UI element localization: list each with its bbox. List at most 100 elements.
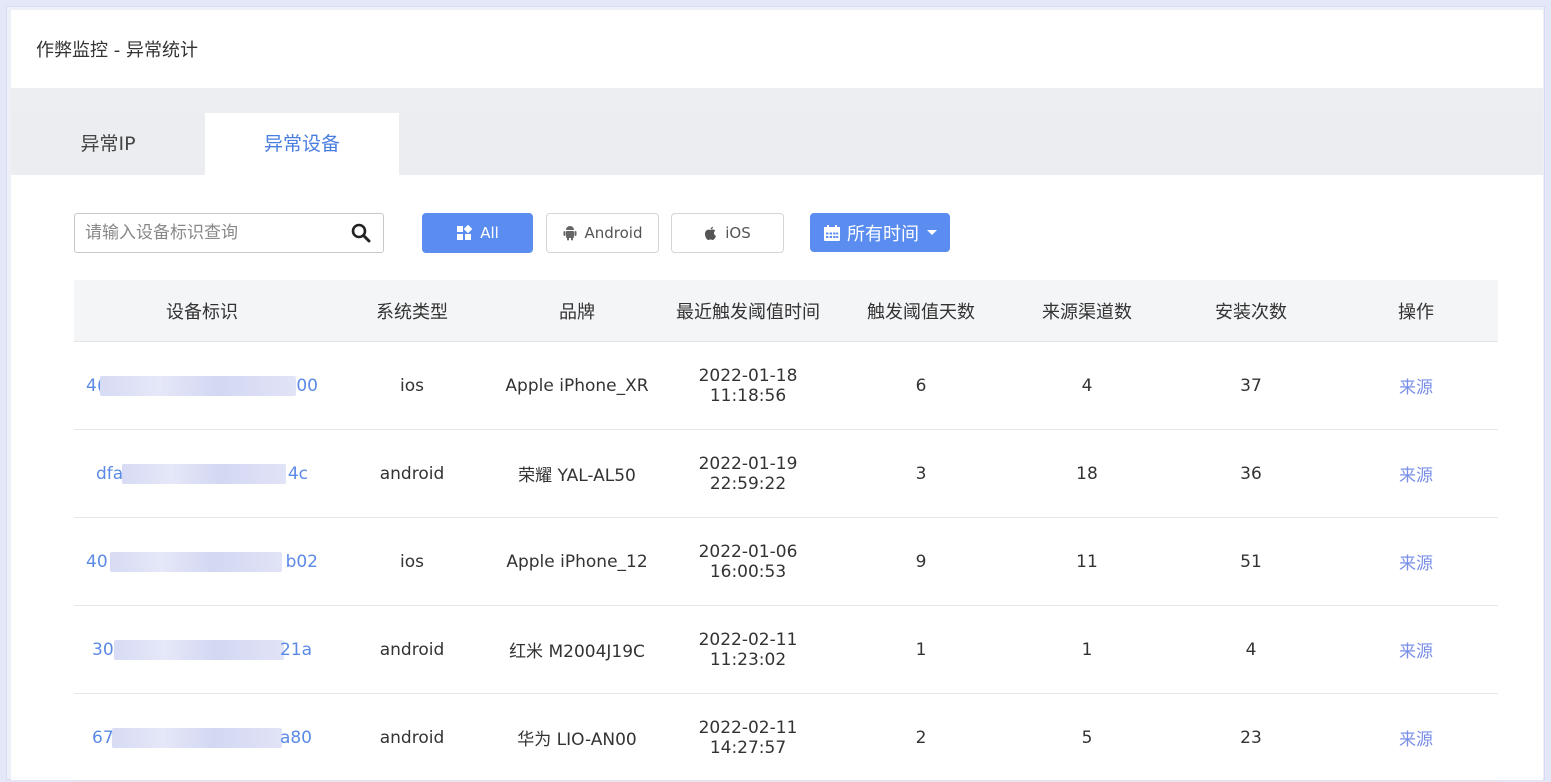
source-link[interactable]: 来源 <box>1399 554 1433 574</box>
device-id-end: 21a <box>279 639 312 660</box>
brand-cell: Apple iPhone_XR <box>494 341 660 430</box>
action-cell: 来源 <box>1334 693 1498 782</box>
channels-cell: 18 <box>1006 429 1168 518</box>
column-header: 系统类型 <box>330 280 494 342</box>
channels-cell: 11 <box>1006 517 1168 606</box>
os-cell: android <box>330 605 494 694</box>
android-icon <box>563 226 576 241</box>
search-input[interactable] <box>75 214 365 252</box>
device-id-end: b02 <box>285 551 318 572</box>
table-row: 40 b02 ios Apple iPhone_12 2022-01-06 16… <box>74 517 1498 606</box>
device-id-end: a80 <box>279 727 312 748</box>
days-cell: 1 <box>836 605 1006 694</box>
time-cell: 2022-01-18 11:18:56 <box>660 341 836 430</box>
action-cell: 来源 <box>1334 605 1498 694</box>
calendar-icon <box>824 224 840 241</box>
os-cell: ios <box>330 517 494 606</box>
installs-cell: 4 <box>1168 605 1334 694</box>
source-link[interactable]: 来源 <box>1399 378 1433 398</box>
search-box <box>74 213 384 253</box>
page-header: 作弊监控 - 异常统计 <box>11 10 1543 88</box>
header-gap <box>11 88 1543 113</box>
brand-cell: 华为 LIO-AN00 <box>494 693 660 782</box>
device-id-start: dfa <box>96 463 124 484</box>
filter-ios-button[interactable]: iOS <box>671 213 784 253</box>
brand-cell: 红米 M2004J19C <box>494 605 660 694</box>
days-cell: 6 <box>836 341 1006 430</box>
column-header: 设备标识 <box>74 280 330 342</box>
source-link[interactable]: 来源 <box>1399 466 1433 486</box>
brand-cell: 荣耀 YAL-AL50 <box>494 429 660 518</box>
column-header: 品牌 <box>494 280 660 342</box>
device-id-cell: 30 21a <box>74 605 330 694</box>
search-icon[interactable] <box>351 223 371 243</box>
time-cell: 2022-02-11 11:23:02 <box>660 605 836 694</box>
os-cell: android <box>330 693 494 782</box>
time-cell: 2022-01-19 22:59:22 <box>660 429 836 518</box>
filter-android-label: Android <box>584 224 643 242</box>
action-cell: 来源 <box>1334 517 1498 606</box>
device-id-start: 30 <box>92 639 114 660</box>
channels-cell: 4 <box>1006 341 1168 430</box>
action-cell: 来源 <box>1334 429 1498 518</box>
column-header: 操作 <box>1334 280 1498 342</box>
channels-cell: 1 <box>1006 605 1168 694</box>
filter-all-button[interactable]: All <box>422 213 533 253</box>
days-cell: 2 <box>836 693 1006 782</box>
device-id-link[interactable]: 67 a80 <box>92 727 312 748</box>
table-row: 67 a80 android 华为 LIO-AN00 2022-02-11 14… <box>74 693 1498 782</box>
device-id-cell: 67 a80 <box>74 693 330 782</box>
table-row: 4( 00 ios Apple iPhone_XR 2022-01-18 11:… <box>74 341 1498 430</box>
device-table: 设备标识 系统类型 品牌 最近触发阈值时间 触发阈值天数 来源渠道数 安装次数 … <box>74 280 1498 782</box>
column-header: 触发阈值天数 <box>836 280 1006 342</box>
installs-cell: 23 <box>1168 693 1334 782</box>
table-row: dfa 4c android 荣耀 YAL-AL50 2022-01-19 22… <box>74 429 1498 518</box>
redaction-blur <box>110 551 282 572</box>
grid-icon <box>457 225 473 240</box>
time-range-label: 所有时间 <box>847 223 919 245</box>
tab-abnormal-device[interactable]: 异常设备 <box>205 113 399 175</box>
redaction-blur <box>100 375 296 396</box>
redaction-blur <box>114 639 284 660</box>
os-cell: ios <box>330 341 494 430</box>
channels-cell: 5 <box>1006 693 1168 782</box>
source-link[interactable]: 来源 <box>1399 642 1433 662</box>
filter-android-button[interactable]: Android <box>546 213 659 253</box>
device-id-link[interactable]: 30 21a <box>92 639 312 660</box>
device-id-cell: 40 b02 <box>74 517 330 606</box>
device-id-link[interactable]: 4( 00 <box>86 375 318 396</box>
caret-down-icon <box>927 230 937 235</box>
table-row: 30 21a android 红米 M2004J19C 2022-02-11 1… <box>74 605 1498 694</box>
time-cell: 2022-01-06 16:00:53 <box>660 517 836 606</box>
device-id-start: 40 <box>86 551 108 572</box>
device-id-cell: dfa 4c <box>74 429 330 518</box>
installs-cell: 51 <box>1168 517 1334 606</box>
days-cell: 9 <box>836 517 1006 606</box>
tab-bar: 异常IP 异常设备 <box>11 113 1543 175</box>
device-id-start: 67 <box>92 727 114 748</box>
redaction-blur <box>112 727 282 748</box>
redaction-blur <box>122 463 286 484</box>
apple-icon <box>705 226 717 240</box>
device-id-end: 00 <box>296 375 318 396</box>
time-cell: 2022-02-11 14:27:57 <box>660 693 836 782</box>
column-header: 安装次数 <box>1168 280 1334 342</box>
device-id-link[interactable]: 40 b02 <box>86 551 318 572</box>
page-title: 作弊监控 - 异常统计 <box>36 40 198 61</box>
source-link[interactable]: 来源 <box>1399 730 1433 750</box>
installs-cell: 37 <box>1168 341 1334 430</box>
device-id-link[interactable]: dfa 4c <box>96 463 308 484</box>
brand-cell: Apple iPhone_12 <box>494 517 660 606</box>
main-content: All Android iOS <box>11 175 1543 782</box>
filter-ios-label: iOS <box>725 224 751 242</box>
os-cell: android <box>330 429 494 518</box>
device-id-cell: 4( 00 <box>74 341 330 430</box>
column-header: 来源渠道数 <box>1006 280 1168 342</box>
time-range-dropdown[interactable]: 所有时间 <box>810 213 950 252</box>
installs-cell: 36 <box>1168 429 1334 518</box>
tab-abnormal-ip[interactable]: 异常IP <box>11 113 205 175</box>
filter-all-label: All <box>480 224 499 242</box>
table-header-row: 设备标识 系统类型 品牌 最近触发阈值时间 触发阈值天数 来源渠道数 安装次数 … <box>74 280 1498 342</box>
days-cell: 3 <box>836 429 1006 518</box>
column-header: 最近触发阈值时间 <box>660 280 836 342</box>
